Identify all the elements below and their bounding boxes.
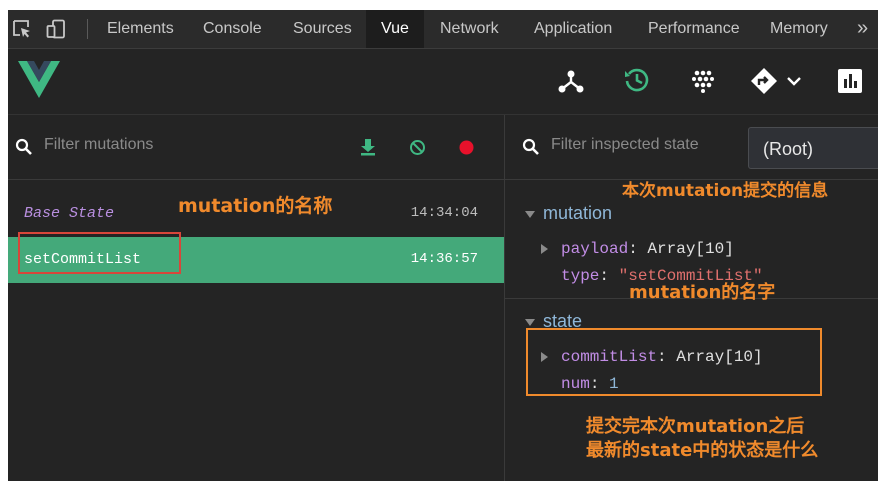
tab-application[interactable]: Application [534,10,612,48]
expand-caret-icon[interactable] [541,244,548,254]
annotation-commit-info: 本次mutation提交的信息 [622,181,829,201]
selected-name-highlight [18,232,181,274]
more-tabs-icon[interactable]: » [857,10,868,48]
revert-all-icon[interactable] [409,139,426,156]
components-icon[interactable] [557,67,585,95]
devtools-tabbar: Elements Console Sources Vue Network App… [8,10,878,49]
chevron-down-icon[interactable] [787,76,801,86]
mutation-time: 14:34:04 [410,205,478,221]
payload-value: Array[10] [647,240,734,258]
device-toolbar-icon[interactable] [46,19,66,39]
performance-chart-icon[interactable] [836,67,864,95]
mutation-time: 14:36:57 [410,251,478,267]
tab-vue[interactable]: Vue [366,10,424,48]
tab-memory[interactable]: Memory [770,10,828,48]
commit-all-icon[interactable] [359,137,377,157]
tab-sources[interactable]: Sources [293,10,352,48]
vuex-history-icon[interactable] [623,66,651,94]
devtools-window: Elements Console Sources Vue Network App… [8,10,878,481]
events-icon[interactable] [689,67,717,95]
router-icon[interactable] [750,67,778,95]
record-icon[interactable] [458,139,475,156]
search-icon [522,138,539,155]
mutation-section-title[interactable]: mutation [543,203,612,224]
type-key: type [561,267,600,285]
annotation-mutation-name-2: mutation的名字 [629,282,776,303]
vue-logo-icon [18,61,60,98]
annotation-state-note-1: 提交完本次mutation之后 [586,416,805,437]
tab-network[interactable]: Network [440,10,499,48]
mutations-filter-input[interactable] [42,135,306,155]
payload-entry[interactable]: payload: Array[10] [561,240,734,258]
tab-separator [87,19,88,39]
payload-key: payload [561,240,629,258]
expand-caret-icon[interactable] [525,211,535,218]
mutations-pane: Base State 14:34:04 setCommitList 14:36:… [8,115,505,481]
search-icon [15,138,32,155]
mutation-name: Base State [24,205,115,222]
state-filter-input[interactable] [549,135,743,155]
expand-caret-icon[interactable] [525,319,535,326]
vue-devtools-header [8,49,878,122]
annotation-state-note-2: 最新的state中的状态是什么 [586,440,819,461]
mutations-filter-bar [8,115,504,180]
root-select[interactable]: (Root) [748,127,878,169]
annotation-mutation-name: mutation的名称 [178,195,333,217]
inspect-element-icon[interactable] [12,19,32,39]
state-highlight [526,328,822,396]
tab-elements[interactable]: Elements [107,10,174,48]
tab-console[interactable]: Console [203,10,262,48]
tab-performance[interactable]: Performance [648,10,740,48]
